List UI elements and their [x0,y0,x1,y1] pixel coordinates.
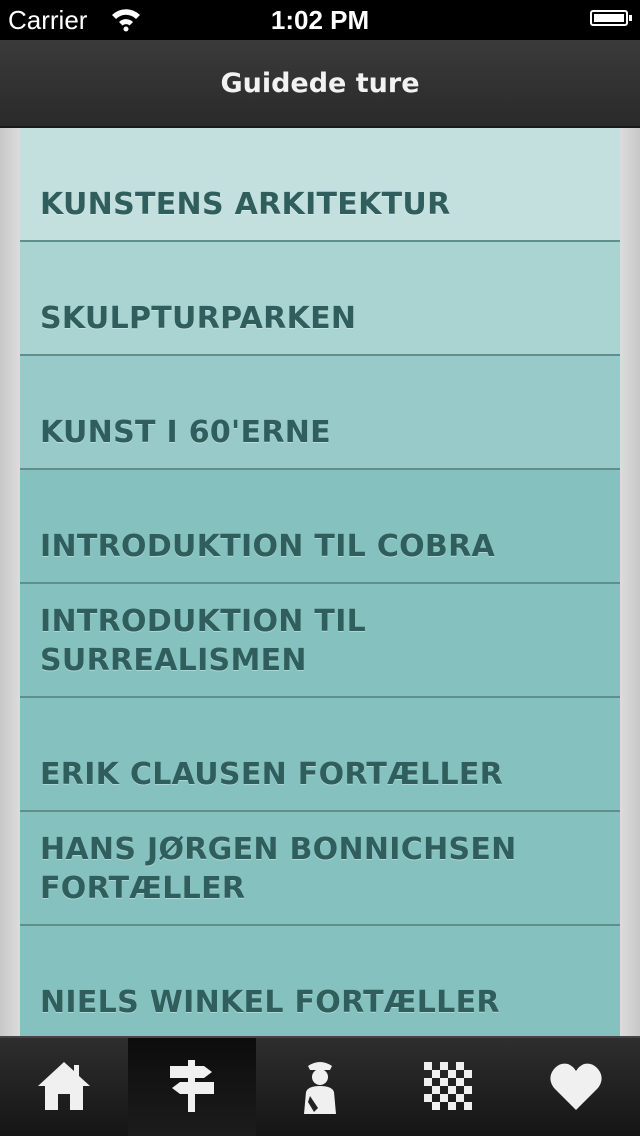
tour-item-introduktion-til-surrealismen[interactable]: INTRODUKTION TIL SURREALISMEN [20,584,620,698]
tab-tours[interactable] [128,1038,256,1136]
left-margin [0,128,20,1036]
tour-item-label: HANS JØRGEN BONNICHSEN FORTÆLLER [40,832,517,906]
tab-qr[interactable] [384,1038,512,1136]
tour-item-erik-clausen-fortaeller[interactable]: ERIK CLAUSEN FORTÆLLER [20,698,620,812]
tour-item-kunstens-arkitektur[interactable]: KUNSTENS ARKITEKTUR [20,128,620,242]
right-margin [620,128,640,1036]
person-icon [304,1062,336,1114]
heart-icon [550,1063,602,1110]
tour-item-label: KUNST I 60'ERNE [40,415,331,450]
tab-home[interactable] [0,1038,128,1136]
tour-item-introduktion-til-cobra[interactable]: INTRODUKTION TIL COBRA [20,470,620,584]
status-time: 1:02 PM [270,5,370,35]
tour-item-label: INTRODUKTION TIL COBRA [40,529,496,564]
page-title: Guidede ture [220,68,420,99]
home-icon [38,1062,90,1110]
status-bar: Carrier 1:02 PM [0,0,640,40]
tour-item-label: SKULPTURPARKEN [40,301,357,336]
tour-item-skulpturparken[interactable]: SKULPTURPARKEN [20,242,620,356]
tour-item-label: KUNSTENS ARKITEKTUR [40,187,451,222]
qr-code-icon [424,1062,472,1110]
battery-icon [590,10,632,26]
tab-bar [0,1036,640,1136]
tour-item-label: INTRODUKTION TIL SURREALISMEN [40,604,367,678]
navigation-bar: Guidede ture [0,40,640,128]
tour-item-hans-jorgen-bonnichsen-fortaeller[interactable]: HANS JØRGEN BONNICHSEN FORTÆLLER [20,812,620,926]
tour-item-kunst-i-60erne[interactable]: KUNST I 60'ERNE [20,356,620,470]
tour-item-label: ERIK CLAUSEN FORTÆLLER [40,757,504,792]
tour-item-label: NIELS WINKEL FORTÆLLER [40,985,500,1020]
tab-favorites[interactable] [512,1038,640,1136]
signpost-icon [170,1060,214,1112]
tour-list[interactable]: KUNSTENS ARKITEKTUR SKULPTURPARKEN KUNST… [20,128,620,1036]
tour-item-niels-winkel-fortaeller[interactable]: NIELS WINKEL FORTÆLLER [20,926,620,1036]
tab-guide[interactable] [256,1038,384,1136]
